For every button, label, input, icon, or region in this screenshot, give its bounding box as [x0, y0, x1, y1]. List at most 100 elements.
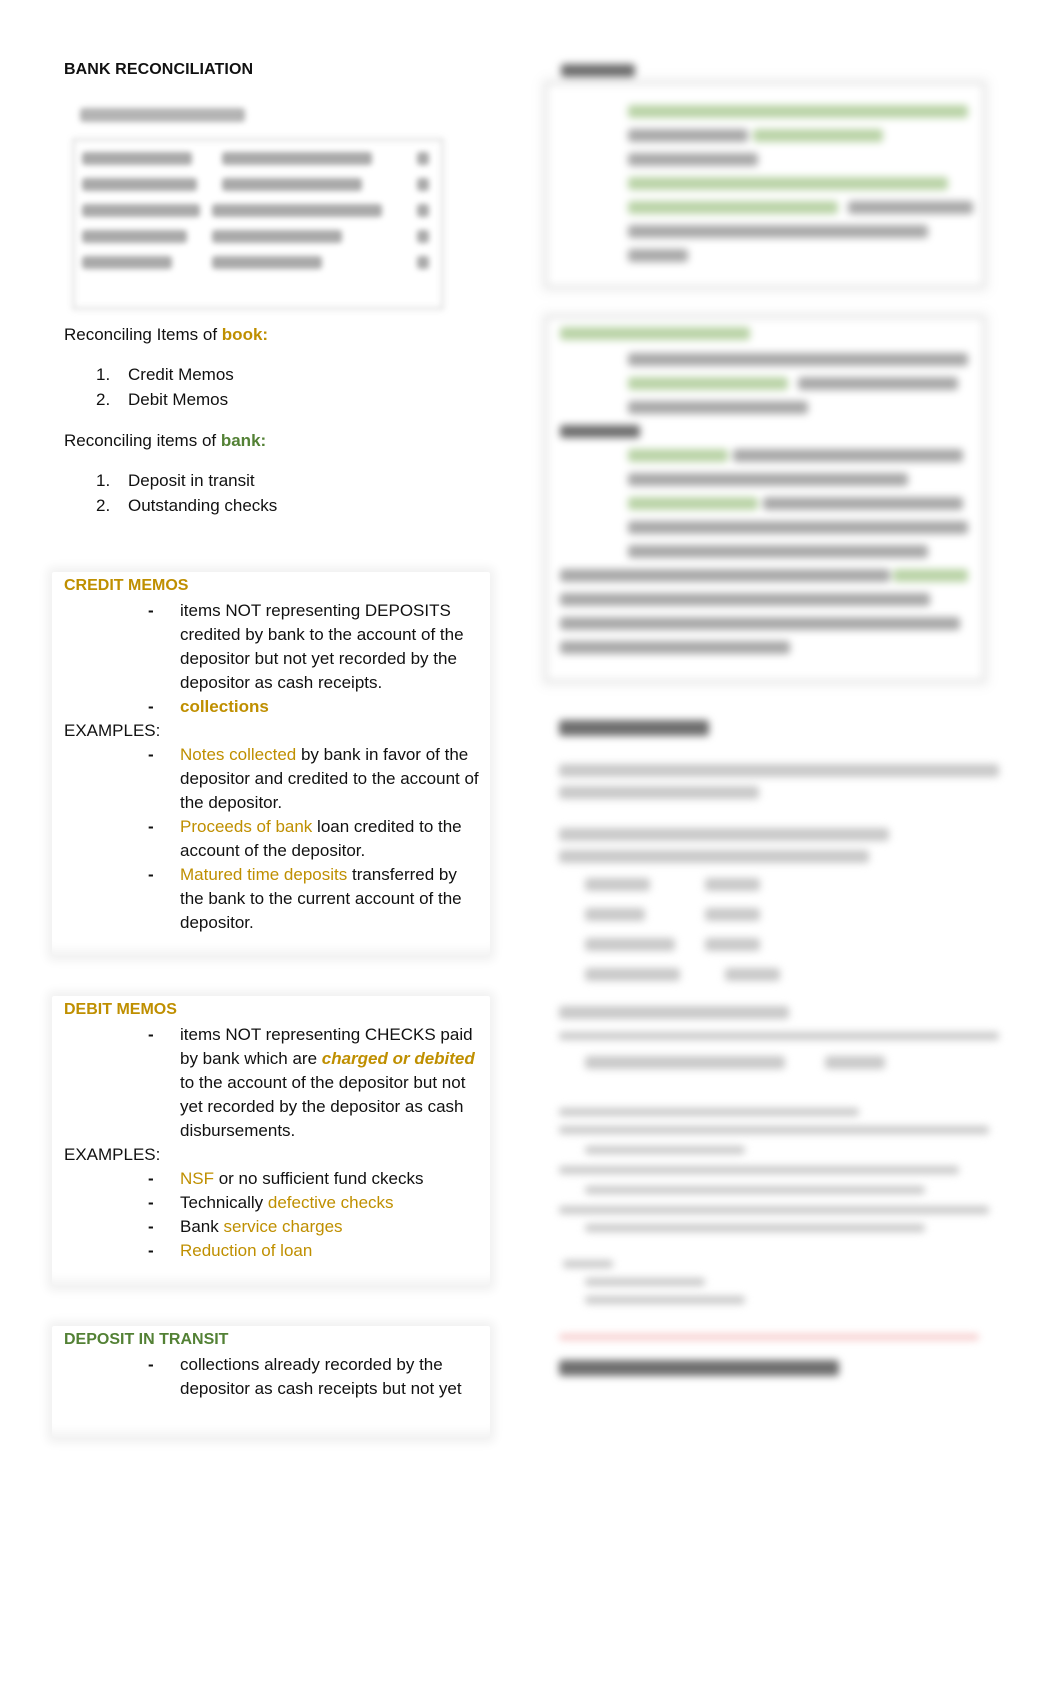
example-prefix: Technically — [180, 1193, 268, 1212]
dash-bullet: - — [148, 601, 154, 620]
list-item: - Technically defective checks — [64, 1191, 480, 1215]
debit-memos-card: DEBIT MEMOS - items NOT representing CHEC… — [52, 996, 490, 1286]
blurred-line — [560, 425, 640, 438]
blurred-line — [560, 641, 790, 654]
list-item: 1. Credit Memos — [96, 362, 234, 387]
blurred-cell — [417, 230, 429, 243]
blurred-heading — [561, 64, 635, 77]
blurred-cell — [82, 178, 197, 191]
blurred-line — [559, 786, 759, 799]
dash-bullet: - — [148, 1193, 154, 1212]
blurred-cell — [222, 152, 372, 165]
blurred-cell — [82, 204, 200, 217]
blurred-line — [559, 1206, 989, 1214]
blurred-cell — [212, 204, 382, 217]
blurred-line — [628, 353, 968, 366]
book-keyword: book: — [221, 325, 269, 344]
blurred-line — [733, 449, 963, 462]
list-number: 1. — [96, 365, 111, 384]
blurred-cell — [417, 152, 429, 165]
blurred-line — [559, 850, 869, 863]
blurred-line — [585, 1056, 785, 1069]
list-item-label: Debit Memos — [128, 390, 229, 409]
bank-keyword: bank: — [220, 431, 267, 450]
list-number: 1. — [96, 471, 111, 490]
debit-memos-heading: DEBIT MEMOS — [64, 1001, 177, 1018]
examples-label: EXAMPLES: — [64, 1145, 161, 1164]
list-item: 2. Debit Memos — [96, 387, 234, 412]
list-item: - items NOT representing DEPOSITS credite… — [64, 599, 480, 695]
blurred-line — [628, 105, 968, 118]
blurred-card — [545, 316, 985, 682]
debit-memos-definition-highlight: charged or debited — [321, 1049, 475, 1068]
blurred-line — [585, 1278, 705, 1286]
blurred-cell — [82, 230, 187, 243]
list-item: - items NOT representing CHECKS paid by b… — [64, 1023, 480, 1143]
example-highlight: Matured time deposits — [180, 865, 348, 884]
blurred-line — [560, 593, 930, 606]
list-item: - collections — [64, 695, 480, 719]
blurred-line — [628, 449, 728, 462]
blurred-line — [559, 1032, 999, 1040]
list-item: - Reduction of loan — [64, 1239, 480, 1263]
list-item: - Notes collected by bank in favor of the… — [64, 743, 480, 815]
list-item-label: Outstanding checks — [128, 496, 278, 515]
deposit-in-transit-heading: DEPOSIT IN TRANSIT — [64, 1331, 229, 1348]
dash-bullet: - — [148, 1025, 154, 1044]
blurred-line — [628, 249, 688, 262]
blurred-line — [753, 129, 883, 142]
blurred-line — [559, 1108, 859, 1116]
example-highlight: defective checks — [267, 1193, 394, 1212]
blurred-line — [825, 1056, 885, 1069]
example-highlight: NSF — [180, 1169, 214, 1188]
blurred-line — [585, 1146, 745, 1154]
blurred-line — [559, 1166, 959, 1174]
blurred-divider — [559, 1334, 979, 1340]
blurred-line — [559, 1006, 789, 1019]
blurred-line — [628, 497, 758, 510]
book-items-intro: Reconciling Items of book: — [64, 324, 268, 346]
blurred-line — [585, 878, 650, 891]
blurred-reconciliation-table-image — [72, 100, 444, 312]
blurred-line — [585, 968, 680, 981]
debit-memos-list: - items NOT representing CHECKS paid by b… — [64, 1023, 480, 1263]
blurred-line — [628, 473, 908, 486]
bank-items-intro: Reconciling items of bank: — [64, 430, 266, 452]
blurred-line — [628, 153, 758, 166]
dash-bullet: - — [148, 697, 154, 716]
blurred-cell — [212, 256, 322, 269]
list-item: - NSF or no sufficient fund ckecks — [64, 1167, 480, 1191]
blurred-line — [628, 201, 838, 214]
examples-label: EXAMPLES: — [64, 721, 161, 740]
dash-bullet: - — [148, 865, 154, 884]
blurred-cell — [417, 204, 429, 217]
list-number: 2. — [96, 390, 111, 409]
blurred-line — [763, 497, 963, 510]
document-page: BANK RECONCILIATION Reconciling Items of… — [0, 0, 1062, 1686]
example-prefix: Bank — [180, 1217, 224, 1236]
dash-bullet: - — [148, 1241, 154, 1260]
book-items-intro-text: Reconciling Items of — [64, 325, 222, 344]
example-highlight: Reduction of loan — [180, 1241, 313, 1260]
credit-memos-heading: CREDIT MEMOS — [64, 577, 189, 594]
blurred-line — [628, 545, 928, 558]
blurred-line — [628, 225, 928, 238]
blurred-line — [628, 177, 948, 190]
blurred-line — [628, 401, 808, 414]
list-item-label: Deposit in transit — [128, 471, 255, 490]
example-text: or no sufficient fund ckecks — [214, 1169, 424, 1188]
document-title: BANK RECONCILIATION — [64, 61, 254, 78]
blurred-line — [628, 521, 968, 534]
example-highlight: Notes collected — [180, 745, 297, 764]
blurred-line — [559, 828, 889, 841]
blurred-caption — [80, 108, 245, 122]
blurred-note-box-1 — [545, 58, 985, 288]
deposit-in-transit-list: - collections already recorded by the dep… — [64, 1353, 480, 1401]
blurred-line — [725, 968, 780, 981]
debit-memos-definition-suffix: to the account of the depositor but not … — [180, 1073, 466, 1140]
example-highlight: service charges — [223, 1217, 343, 1236]
blurred-line — [559, 764, 999, 777]
dash-bullet: - — [148, 745, 154, 764]
deposit-in-transit-definition: collections already recorded by the depo… — [180, 1355, 462, 1398]
credit-memos-list: - items NOT representing DEPOSITS credite… — [64, 599, 480, 935]
